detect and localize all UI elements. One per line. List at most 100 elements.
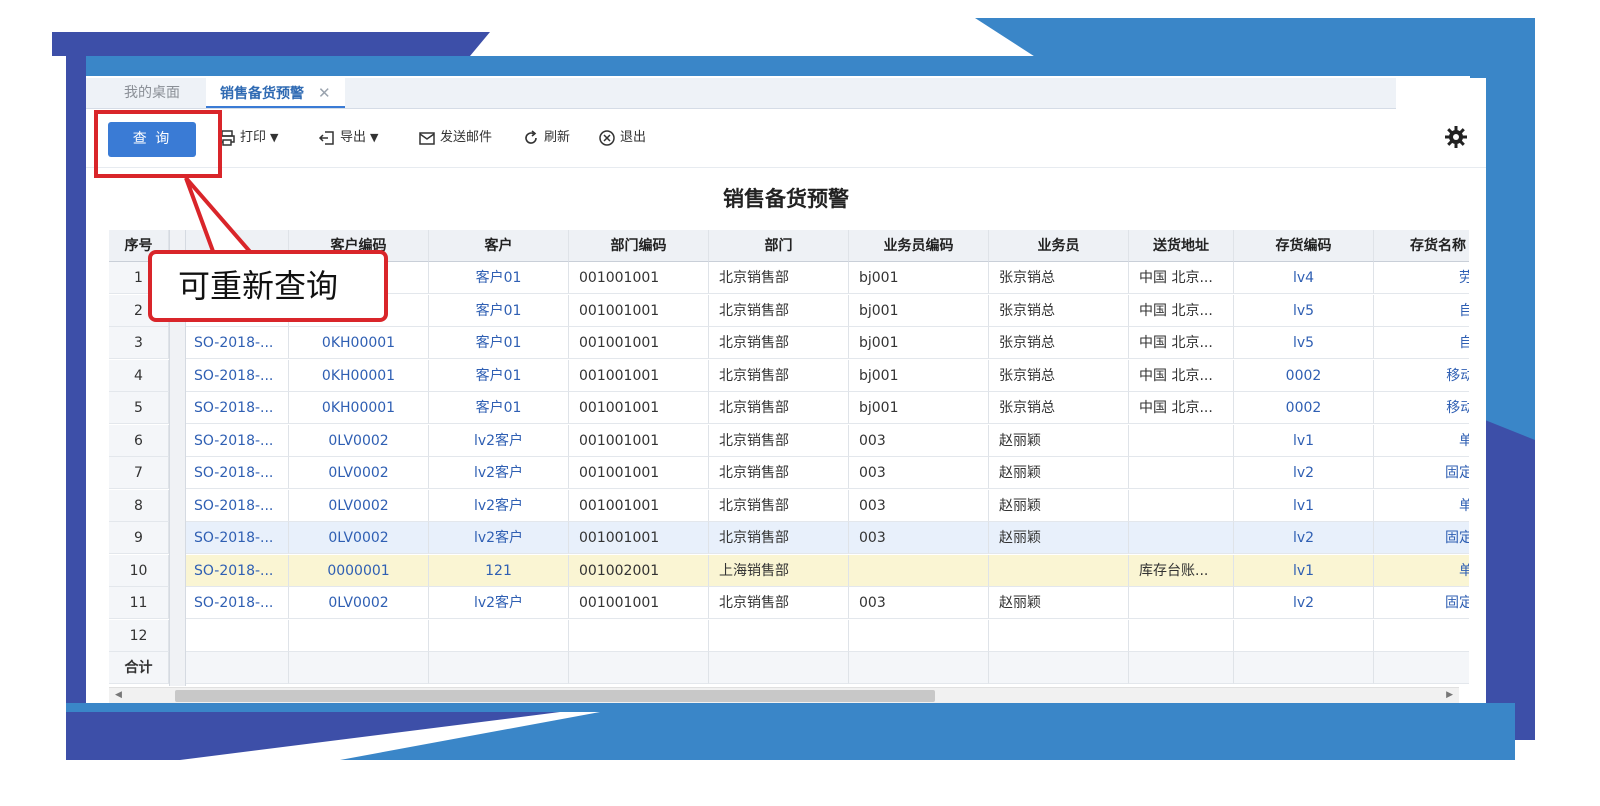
col-header-salesman-code[interactable]: 业务员编码 (849, 230, 989, 262)
col-header-customer[interactable]: 客户 (429, 230, 569, 262)
cell-cust[interactable]: 客户01 (429, 392, 569, 424)
cell-inv-code[interactable] (1234, 619, 1374, 652)
cell-inv-code[interactable]: lv1 (1234, 554, 1374, 587)
cell-inv-code[interactable]: lv1 (1234, 489, 1374, 522)
cell-cust-code[interactable] (289, 619, 429, 652)
cell-inv-name[interactable]: 移动002 (1374, 360, 1469, 392)
cell-inv-name[interactable]: 单计量 (1374, 425, 1469, 457)
table-row[interactable]: 10 SO-2018-... 0000001 121 001002001 上海销售部 库存台… (109, 554, 1469, 587)
cell-cust-code[interactable]: 0000001 (289, 554, 429, 587)
cell-cust-code[interactable]: 0LV0002 (289, 489, 429, 522)
cell-doc[interactable]: SO-2018-... (184, 457, 289, 489)
cell-doc[interactable]: SO-2018-... (184, 327, 289, 359)
cell-doc[interactable]: SO-2018-... (184, 424, 289, 457)
cell-inv-code[interactable]: 0002 (1234, 359, 1374, 392)
table-row[interactable]: 9 SO-2018-... 0LV0002 lv2客户 001001001 北京销售部 00… (109, 522, 1469, 554)
cell-inv-code[interactable]: lv1 (1234, 424, 1374, 457)
cell-dept-code: 001001001 (569, 587, 709, 619)
tab-my-desktop[interactable]: 我的桌面 (124, 78, 180, 108)
cell-cust[interactable]: 121 (429, 554, 569, 587)
cell-doc[interactable]: SO-2018-... (184, 392, 289, 424)
cell-inv-code[interactable]: 0002 (1234, 392, 1374, 424)
cell-inv-name[interactable] (1374, 620, 1469, 652)
cell-cust-code[interactable]: 0KH00001 (289, 327, 429, 359)
col-header-salesman[interactable]: 业务员 (989, 230, 1129, 262)
cell-cust[interactable]: lv2客户 (429, 522, 569, 554)
cell-doc[interactable] (184, 619, 289, 652)
cell-inv-code[interactable]: lv2 (1234, 587, 1374, 619)
cell-seq: 8 (109, 489, 169, 522)
cell-addr (1129, 619, 1234, 652)
cell-inv-name[interactable]: 固定换算 (1374, 457, 1469, 489)
cell-inv-code[interactable]: lv5 (1234, 327, 1374, 359)
print-button[interactable]: 打印 ▼ (218, 123, 278, 153)
cell-seq: 12 (109, 619, 169, 652)
cell-cust-code[interactable]: 0KH00001 (289, 359, 429, 392)
table-row[interactable]: 3 SO-2018-... 0KH00001 客户01 001001001 北京销售部 bj… (109, 327, 1469, 359)
cell-sales: 赵丽颖 (989, 457, 1129, 489)
cell-cust[interactable]: 客户01 (429, 294, 569, 327)
cell-inv-name[interactable]: 单计量 (1374, 490, 1469, 522)
horizontal-scrollbar[interactable]: ◀ ▶ (109, 687, 1459, 703)
col-header-dept-code[interactable]: 部门编码 (569, 230, 709, 262)
table-row[interactable]: 6 SO-2018-... 0LV0002 lv2客户 001001001 北京销售部 00… (109, 424, 1469, 457)
cell-inv-name[interactable]: 劳务费 (1374, 262, 1469, 294)
total-label: 合计 (109, 652, 169, 684)
cell-cust[interactable]: 客户01 (429, 262, 569, 294)
cell-inv-name[interactable]: 固定换算 (1374, 587, 1469, 619)
toolbar: 查 询 打印 ▼ 导出 ▼ 发送邮件 刷新 退出 (86, 109, 1486, 168)
tab-sales-stock-warning[interactable]: 销售备货预警 ✕ (206, 78, 345, 108)
table-row[interactable]: 12 (109, 619, 1469, 652)
cell-inv-code[interactable]: lv2 (1234, 522, 1374, 554)
table-row[interactable]: 7 SO-2018-... 0LV0002 lv2客户 001001001 北京销售部 00… (109, 457, 1469, 489)
cell-addr: 中国 北京... (1129, 262, 1234, 294)
cell-dept-code: 001001001 (569, 294, 709, 327)
table-row[interactable]: 11 SO-2018-... 0LV0002 lv2客户 001001001 北京销售部 0… (109, 587, 1469, 619)
cell-dept-code: 001001001 (569, 327, 709, 359)
cell-cust[interactable]: lv2客户 (429, 489, 569, 522)
cell-cust-code[interactable]: 0LV0002 (289, 522, 429, 554)
col-header-address[interactable]: 送货地址 (1129, 230, 1234, 262)
cell-cust[interactable]: lv2客户 (429, 424, 569, 457)
send-email-button[interactable]: 发送邮件 (418, 123, 492, 153)
cell-cust[interactable]: 客户01 (429, 327, 569, 359)
scroll-left-icon[interactable]: ◀ (115, 690, 122, 700)
close-icon[interactable]: ✕ (318, 84, 331, 102)
cell-inv-name[interactable]: 固定换算 (1374, 522, 1469, 554)
cell-doc[interactable]: SO-2018-... (184, 489, 289, 522)
cell-cust-code[interactable]: 0LV0002 (289, 424, 429, 457)
table-row[interactable]: 8 SO-2018-... 0LV0002 lv2客户 001001001 北京销售部 00… (109, 489, 1469, 522)
cell-doc[interactable]: SO-2018-... (184, 359, 289, 392)
table-row[interactable]: 4 SO-2018-... 0KH00001 客户01 001001001 北京销售部 bj… (109, 359, 1469, 392)
scroll-right-icon[interactable]: ▶ (1446, 690, 1453, 700)
cell-addr (1129, 457, 1234, 489)
cell-cust[interactable] (429, 619, 569, 652)
cell-inv-name[interactable]: 自由项 (1374, 327, 1469, 359)
col-header-inventory-code[interactable]: 存货编码 (1234, 230, 1374, 262)
col-header-dept[interactable]: 部门 (709, 230, 849, 262)
cell-cust-code[interactable]: 0LV0002 (289, 457, 429, 489)
cell-cust[interactable]: 客户01 (429, 359, 569, 392)
cell-inv-name[interactable]: 自由项 (1374, 295, 1469, 327)
export-button[interactable]: 导出 ▼ (318, 123, 378, 153)
cell-inv-code[interactable]: lv4 (1234, 262, 1374, 294)
scrollbar-thumb[interactable] (175, 690, 935, 702)
cell-sales-code: 003 (849, 489, 989, 522)
col-header-inventory-name[interactable]: 存货名称 (1374, 230, 1469, 262)
gear-icon[interactable] (1444, 125, 1468, 149)
exit-button[interactable]: 退出 (598, 123, 646, 153)
cell-inv-name[interactable]: 移动002 (1374, 392, 1469, 424)
cell-inv-code[interactable]: lv5 (1234, 294, 1374, 327)
cell-cust[interactable]: lv2客户 (429, 457, 569, 489)
cell-inv-name[interactable]: 单计量 (1374, 554, 1469, 587)
table-row[interactable]: 5 SO-2018-... 0KH00001 客户01 001001001 北京销售部 bj… (109, 392, 1469, 424)
cell-cust[interactable]: lv2客户 (429, 587, 569, 619)
mail-icon (419, 132, 435, 145)
refresh-button[interactable]: 刷新 (522, 123, 570, 153)
cell-doc[interactable]: SO-2018-... (184, 587, 289, 619)
cell-cust-code[interactable]: 0KH00001 (289, 392, 429, 424)
cell-doc[interactable]: SO-2018-... (184, 522, 289, 554)
cell-cust-code[interactable]: 0LV0002 (289, 587, 429, 619)
cell-inv-code[interactable]: lv2 (1234, 457, 1374, 489)
cell-doc[interactable]: SO-2018-... (184, 554, 289, 587)
